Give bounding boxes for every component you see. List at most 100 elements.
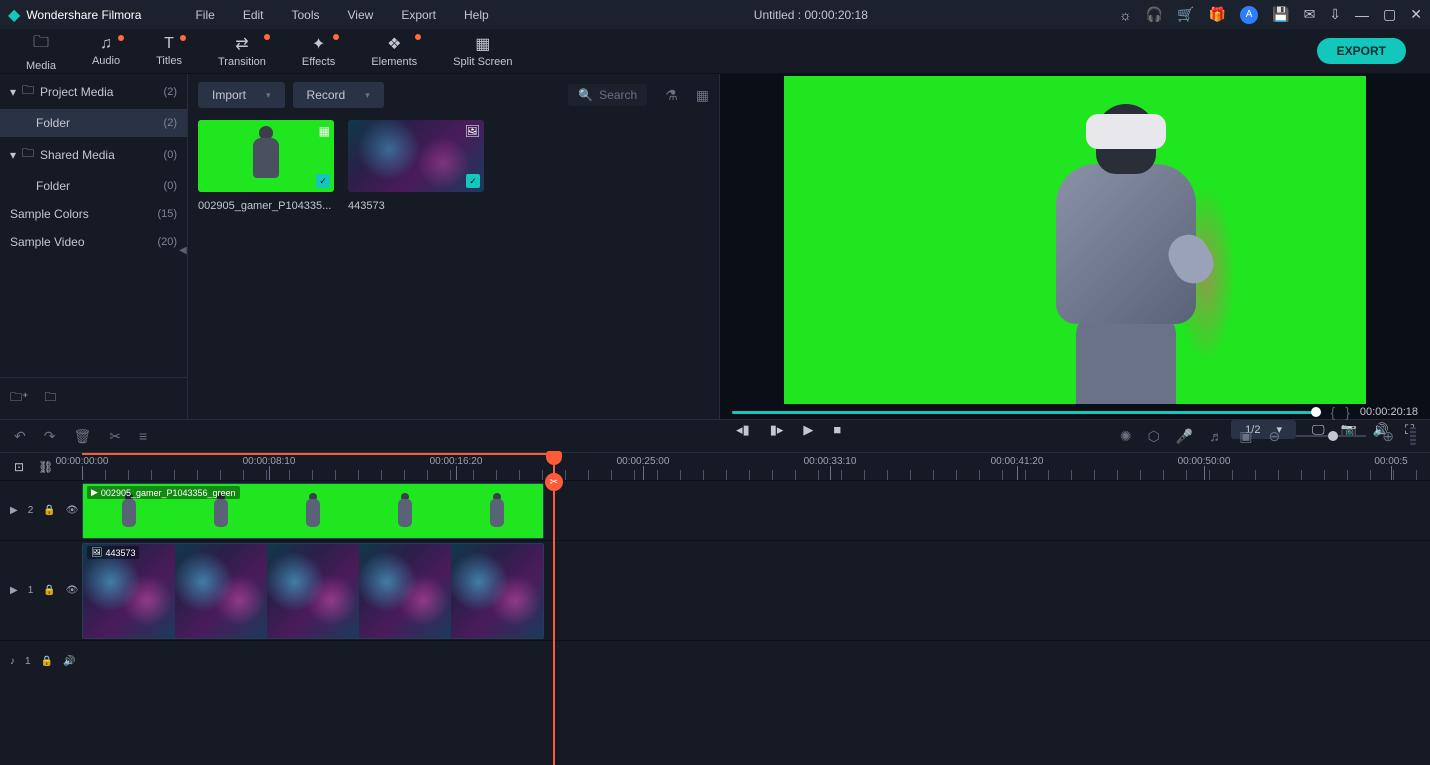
- scrub-handle[interactable]: [1311, 407, 1321, 417]
- tab-splitscreen[interactable]: ▦Split Screen: [435, 34, 530, 68]
- timeline-ruler[interactable]: ⊡ ⛓ 00:00:00:00 00:00:08:10 00:00:16:20 …: [0, 452, 1430, 480]
- close-icon[interactable]: ✕: [1410, 6, 1422, 23]
- minimize-icon[interactable]: —: [1355, 7, 1369, 23]
- search-input[interactable]: 🔍Search: [568, 84, 647, 106]
- tab-titles[interactable]: TTitles: [138, 35, 200, 67]
- stop-button[interactable]: ■: [833, 422, 841, 437]
- clip-image-city[interactable]: 🖼443573: [82, 543, 544, 639]
- timeline-zoom-slider[interactable]: [1296, 435, 1366, 437]
- maximize-icon[interactable]: ▢: [1383, 6, 1396, 23]
- mail-icon[interactable]: ✉: [1304, 6, 1316, 23]
- timeline-area: ↶ ↷ 🗑 ✂ ≡ ✺ ⬡ 🎤 ♬ ▣ ⊖ ⊕ ⊡ ⛓ 00:00:00:00 …: [0, 419, 1430, 682]
- fit-icon[interactable]: ⊡: [14, 460, 24, 474]
- sidebar-item-project-media[interactable]: ▾🗀Project Media (2): [0, 74, 187, 109]
- gift-icon[interactable]: 🎁: [1209, 6, 1226, 23]
- filter-icon[interactable]: ⚗: [665, 87, 678, 104]
- delete-icon[interactable]: 🗑: [73, 428, 91, 445]
- main-toolbar: 🗀Media ♫Audio TTitles ⇄Transition ✦Effec…: [0, 29, 1430, 74]
- audio-mixer-icon[interactable]: ♬: [1209, 428, 1223, 444]
- playhead[interactable]: [546, 451, 562, 465]
- lock-icon[interactable]: 🔒: [41, 656, 53, 667]
- tab-effects[interactable]: ✦Effects: [284, 34, 353, 68]
- sidebar-item-folder-active[interactable]: Folder (2): [0, 109, 187, 137]
- sidebar-item-sample-colors[interactable]: Sample Colors (15): [0, 200, 187, 228]
- folder-icon: 🗀: [22, 144, 34, 165]
- cloud-icon[interactable]: ⇩: [1329, 6, 1341, 23]
- cart-icon[interactable]: 🛒: [1177, 6, 1194, 23]
- adjust-icon[interactable]: ≡: [139, 428, 147, 444]
- preview-scrubber[interactable]: { } 00:00:20:18: [722, 404, 1428, 420]
- theme-icon[interactable]: ☼: [1119, 7, 1132, 23]
- headset-icon[interactable]: 🎧: [1146, 6, 1163, 23]
- import-dropdown[interactable]: Import▾: [198, 82, 285, 108]
- visibility-icon[interactable]: 👁: [66, 505, 79, 516]
- play-button[interactable]: ▶: [803, 422, 813, 438]
- media-thumb-2[interactable]: 🖼 ✓ 443573: [348, 120, 484, 212]
- split-scissors-icon[interactable]: ✂: [545, 473, 563, 491]
- save-icon[interactable]: 💾: [1272, 6, 1289, 23]
- grid-view-icon[interactable]: ▦: [696, 87, 709, 104]
- tab-audio[interactable]: ♫Audio: [74, 35, 138, 67]
- chevron-down-icon: ▾: [10, 148, 16, 162]
- track-video-1: ▶1 🔒 👁 🖼443573: [0, 540, 1430, 640]
- sidebar-item-shared-media[interactable]: ▾🗀Shared Media (0): [0, 137, 187, 172]
- transition-icon: ⇄: [235, 34, 248, 54]
- clip-video-green[interactable]: ▶002905_gamer_P1043356_green: [82, 483, 544, 539]
- undo-icon[interactable]: ↶: [14, 428, 26, 445]
- lock-icon[interactable]: 🔒: [43, 505, 55, 516]
- record-dropdown[interactable]: Record▾: [293, 82, 384, 108]
- link-icon[interactable]: ⛓: [38, 460, 53, 474]
- export-button[interactable]: EXPORT: [1317, 38, 1406, 64]
- tab-transition[interactable]: ⇄Transition: [200, 34, 284, 68]
- media-sidebar: ▾🗀Project Media (2) Folder (2) ▾🗀Shared …: [0, 74, 188, 419]
- marker-icon[interactable]: ⬡: [1148, 428, 1160, 445]
- timeline-tracks: ▶2 🔒 👁 ▶002905_gamer_P1043356_green: [0, 480, 1430, 682]
- menu-file[interactable]: File: [181, 8, 228, 22]
- tab-media[interactable]: 🗀Media: [8, 31, 74, 72]
- crop-icon[interactable]: ▣: [1239, 428, 1252, 445]
- render-icon[interactable]: ✺: [1120, 428, 1132, 445]
- preview-time: 00:00:20:18: [1360, 406, 1418, 418]
- window-title: Untitled : 00:00:20:18: [503, 8, 1119, 22]
- elements-icon: ❖: [387, 34, 401, 54]
- zoom-in-icon[interactable]: ⊕: [1382, 428, 1394, 445]
- mark-out-icon[interactable]: }: [1345, 404, 1350, 420]
- mute-icon[interactable]: 🔊: [63, 656, 75, 667]
- menubar: ◆ Wondershare Filmora File Edit Tools Vi…: [0, 0, 1430, 29]
- media-thumb-1[interactable]: ▦ ✓ 002905_gamer_P104335...: [198, 120, 334, 212]
- used-check-icon: ✓: [466, 174, 480, 188]
- voiceover-icon[interactable]: 🎤: [1176, 428, 1193, 445]
- playhead-line: [553, 465, 555, 765]
- sidebar-item-sample-video[interactable]: Sample Video (20): [0, 228, 187, 256]
- tab-elements[interactable]: ❖Elements: [353, 34, 435, 68]
- chevron-down-icon: ▾: [365, 90, 370, 101]
- image-icon: 🖼: [91, 547, 102, 558]
- folder-outline-icon[interactable]: 🗀: [44, 388, 56, 409]
- prev-frame-button[interactable]: ◂▮: [736, 422, 750, 438]
- new-folder-icon[interactable]: 🗀⁺: [10, 388, 28, 409]
- next-frame-button[interactable]: ▮▸: [770, 422, 784, 438]
- menu-tools[interactable]: Tools: [278, 8, 334, 22]
- cut-icon[interactable]: ✂: [109, 428, 121, 445]
- zoom-out-icon[interactable]: ⊖: [1269, 428, 1281, 445]
- effects-icon: ✦: [312, 34, 325, 54]
- redo-icon[interactable]: ↷: [44, 428, 56, 445]
- text-icon: T: [164, 35, 174, 53]
- menu-export[interactable]: Export: [387, 8, 450, 22]
- sidebar-collapse-icon[interactable]: ◀: [179, 245, 187, 256]
- media-thumbnails: ▦ ✓ 002905_gamer_P104335... 🖼 ✓ 443573: [188, 116, 719, 216]
- menu-view[interactable]: View: [334, 8, 388, 22]
- visibility-icon[interactable]: 👁: [66, 585, 79, 596]
- mark-in-icon[interactable]: {: [1331, 404, 1336, 420]
- preview-panel: { } 00:00:20:18 ◂▮ ▮▸ ▶ ■ 1/2▾ 🖵 📷 🔊 ⛶: [720, 74, 1430, 419]
- lock-icon[interactable]: 🔒: [43, 585, 55, 596]
- sidebar-footer: 🗀⁺ 🗀: [0, 377, 187, 419]
- preview-canvas[interactable]: [722, 76, 1428, 404]
- track-type-icon: ▶: [10, 585, 18, 596]
- audio-meter-icon[interactable]: [1410, 427, 1416, 445]
- sidebar-item-folder[interactable]: Folder (0): [0, 172, 187, 200]
- menu-edit[interactable]: Edit: [229, 8, 278, 22]
- menu-help[interactable]: Help: [450, 8, 503, 22]
- account-badge-icon[interactable]: A: [1240, 6, 1258, 24]
- folder-icon: 🗀: [22, 81, 34, 102]
